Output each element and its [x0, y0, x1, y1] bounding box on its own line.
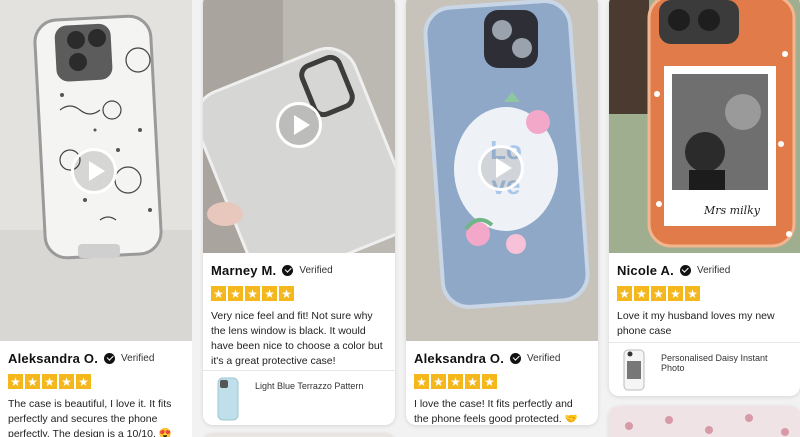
product-thumbnail — [617, 349, 651, 391]
verified-check-icon — [510, 352, 522, 364]
star-icon: ★ — [262, 286, 277, 301]
star-icon: ★ — [431, 374, 446, 389]
verified-label: Verified — [527, 352, 561, 364]
star-rating: ★ ★ ★ ★ ★ — [8, 374, 184, 389]
star-icon: ★ — [8, 374, 23, 389]
star-icon: ★ — [634, 286, 649, 301]
star-icon: ★ — [245, 286, 260, 301]
review-card[interactable]: Marney M. Verified ★ ★ ★ ★ ★ Very nice feel … — [203, 0, 395, 425]
reviewer-name: Marney M. — [211, 262, 277, 278]
star-icon: ★ — [25, 374, 40, 389]
review-card-peek[interactable] — [203, 433, 395, 437]
review-card-peek[interactable] — [609, 406, 800, 437]
verified-check-icon — [104, 352, 116, 364]
play-video-button[interactable] — [71, 148, 117, 194]
reviewer-name: Aleksandra O. — [414, 350, 505, 366]
review-video[interactable]: Lo ve — [406, 0, 598, 341]
review-text: Very nice feel and fit! Not sure why the… — [211, 310, 383, 367]
star-rating: ★ ★ ★ ★ ★ — [414, 374, 590, 389]
review-text: I love the case! It fits perfectly and t… — [414, 398, 578, 425]
verified-label: Verified — [121, 352, 155, 364]
product-name: Light Blue Terrazzo Pattern — [255, 381, 364, 391]
star-icon: ★ — [448, 374, 463, 389]
review-video[interactable] — [0, 0, 192, 341]
verified-label: Verified — [696, 264, 731, 276]
reviewed-product-link[interactable]: Personalised Daisy Instant Photo — [609, 342, 800, 396]
play-icon — [495, 158, 512, 178]
review-photo[interactable]: Mrs milky — [609, 0, 800, 253]
play-video-button[interactable] — [478, 145, 524, 191]
star-icon: ★ — [228, 286, 243, 301]
star-icon: ★ — [76, 374, 91, 389]
verified-label: Verified — [299, 264, 333, 276]
star-icon: ★ — [414, 374, 429, 389]
star-icon: ★ — [211, 286, 226, 301]
play-icon — [88, 161, 105, 181]
review-wall: Aleksandra O. Verified ★ ★ ★ ★ ★ The case is… — [0, 0, 800, 437]
star-icon: ★ — [482, 374, 497, 389]
star-icon: ★ — [668, 286, 683, 301]
review-card[interactable]: Lo ve Aleksandra O. Verified ★ ★ ★ ★ ★ I lov… — [406, 0, 598, 425]
review-photo-peek — [609, 406, 800, 437]
star-rating: ★ ★ ★ ★ ★ — [211, 286, 387, 301]
review-video[interactable] — [203, 0, 395, 253]
polaroid-caption: Mrs milky — [703, 204, 761, 217]
review-card[interactable]: Aleksandra O. Verified ★ ★ ★ ★ ★ The case is… — [0, 0, 192, 437]
product-thumbnail — [211, 377, 245, 421]
verified-check-icon — [282, 264, 294, 276]
star-icon: ★ — [685, 286, 700, 301]
star-icon: ★ — [42, 374, 57, 389]
reviewer-name: Aleksandra O. — [8, 350, 99, 366]
product-name: Personalised Daisy Instant Photo — [661, 353, 768, 373]
star-icon: ★ — [465, 374, 480, 389]
review-text: The case is beautiful, I love it. It fit… — [8, 398, 172, 437]
reviewed-product-link[interactable]: Light Blue Terrazzo Pattern — [203, 370, 395, 425]
reviewer-name: Nicole A. — [617, 262, 674, 278]
review-text: Love it my husband loves my new phone ca… — [617, 310, 775, 337]
star-rating: ★ ★ ★ ★ ★ — [617, 286, 792, 301]
review-card[interactable]: Mrs milky Nicole A. Verified ★ ★ ★ ★ ★ Love … — [609, 0, 800, 396]
star-icon: ★ — [651, 286, 666, 301]
star-icon: ★ — [617, 286, 632, 301]
star-icon: ★ — [279, 286, 294, 301]
play-video-button[interactable] — [276, 102, 322, 148]
phone-case-photo: Mrs milky — [609, 0, 800, 253]
play-icon — [293, 115, 310, 135]
verified-check-icon — [679, 264, 691, 276]
star-icon: ★ — [59, 374, 74, 389]
